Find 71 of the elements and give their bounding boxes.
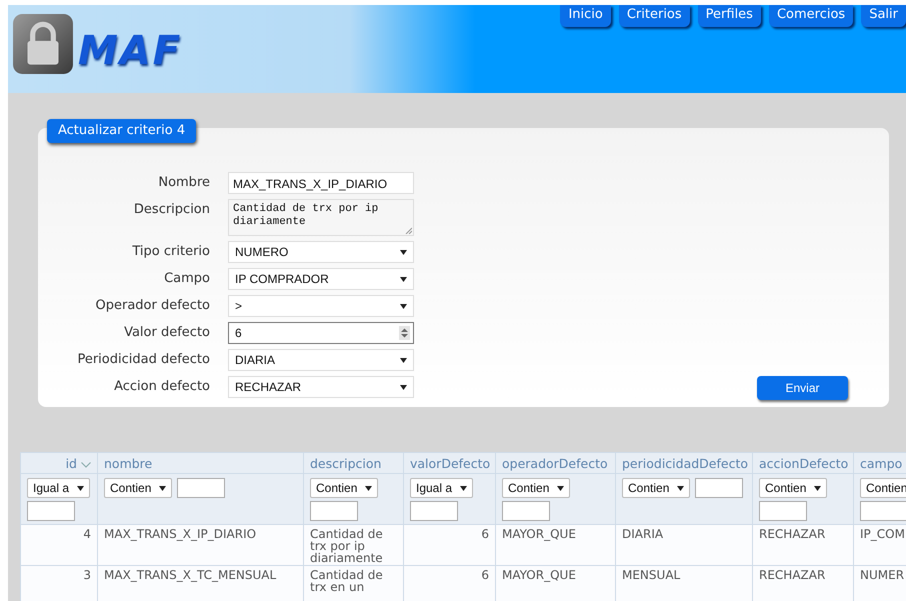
filter-select[interactable]: Contien bbox=[104, 478, 172, 498]
nav-link[interactable]: Perfiles bbox=[698, 5, 761, 27]
select-field[interactable]: DIARIA bbox=[228, 349, 414, 371]
logo-text: MAF bbox=[78, 28, 182, 74]
select-field[interactable]: IP COMPRADOR bbox=[228, 268, 414, 290]
caret-icon bbox=[400, 358, 407, 362]
field-label: Periodicidad defecto bbox=[76, 351, 210, 367]
field-label: Operador defecto bbox=[94, 297, 210, 313]
caret-icon bbox=[400, 304, 407, 308]
table-cell: NUMER bbox=[860, 568, 904, 582]
caret-icon bbox=[814, 486, 822, 490]
filter-input[interactable] bbox=[502, 501, 550, 521]
caret-icon bbox=[400, 250, 407, 254]
table-cell: Cantidad de trx en un bbox=[310, 568, 383, 594]
spinner-icon[interactable] bbox=[399, 326, 410, 340]
field-label: Valor defecto bbox=[123, 324, 210, 340]
filter-select[interactable]: Igual a bbox=[27, 478, 90, 498]
nav-link[interactable]: Inicio bbox=[560, 5, 611, 27]
caret-icon bbox=[77, 486, 84, 490]
filter-input[interactable] bbox=[695, 478, 744, 498]
textarea-field[interactable]: Cantidad de trx por ip diariamente bbox=[228, 199, 414, 236]
filter-select[interactable]: Contien bbox=[622, 478, 690, 498]
filter-input[interactable] bbox=[177, 478, 226, 498]
field-label: Descripcion bbox=[132, 201, 210, 217]
textarea-text: Cantidad de trx por ip diariamente bbox=[233, 203, 380, 229]
select-field[interactable]: > bbox=[228, 295, 414, 317]
filter-select[interactable]: Contien bbox=[759, 478, 828, 498]
caret-icon bbox=[400, 276, 407, 282]
filter-select[interactable]: Igual a bbox=[410, 478, 474, 498]
nav-link[interactable]: Criterios bbox=[618, 5, 690, 27]
table-cell: IP_COM bbox=[860, 527, 905, 541]
padlock-icon bbox=[12, 13, 74, 75]
filter-select[interactable]: Contien bbox=[502, 478, 570, 498]
table-cell: MAX_TRANS_X_TC_MENSUAL bbox=[104, 568, 276, 582]
filter-input[interactable] bbox=[27, 501, 75, 521]
select-field[interactable]: NUMERO bbox=[228, 241, 414, 263]
table-cell: Cantidad de trx por ip diariamente bbox=[310, 527, 383, 565]
table-cell: RECHAZAR bbox=[759, 527, 826, 541]
caret-icon bbox=[400, 384, 407, 390]
resize-grip-icon bbox=[405, 227, 412, 234]
filter-select[interactable]: Contien bbox=[310, 478, 378, 498]
filter-input[interactable] bbox=[310, 501, 358, 521]
select-field[interactable]: RECHAZAR bbox=[228, 376, 414, 398]
field-label: Campo bbox=[163, 270, 210, 286]
caret-icon bbox=[677, 486, 684, 490]
caret-icon bbox=[159, 486, 166, 490]
field-label: Accion defecto bbox=[113, 378, 210, 394]
caret-icon bbox=[365, 486, 372, 490]
table-cell: MAYOR_QUE bbox=[502, 527, 576, 541]
table-cell: 6 bbox=[481, 568, 489, 582]
filter-input[interactable] bbox=[410, 501, 458, 521]
nav-link[interactable]: Salir bbox=[861, 5, 906, 27]
table-cell: 4 bbox=[83, 527, 91, 541]
table-cell: RECHAZAR bbox=[759, 568, 826, 582]
table-cell: DIARIA bbox=[622, 527, 664, 541]
caret-icon bbox=[557, 486, 564, 490]
table-cell: MAX_TRANS_X_IP_DIARIO bbox=[104, 527, 256, 541]
number-field[interactable]: 6 bbox=[228, 322, 414, 344]
submit-button[interactable]: Enviar bbox=[757, 376, 848, 400]
filter-input[interactable] bbox=[759, 501, 807, 521]
table-cell: MENSUAL bbox=[622, 568, 680, 582]
table-cell: 3 bbox=[83, 568, 91, 582]
field-label: Nombre bbox=[157, 174, 210, 190]
field-label: Tipo criterio bbox=[131, 243, 210, 259]
filter-input[interactable] bbox=[860, 501, 906, 521]
sort-chevron-icon bbox=[81, 462, 91, 468]
table-cell: MAYOR_QUE bbox=[502, 568, 576, 582]
table-cell: 6 bbox=[481, 527, 489, 541]
caret-icon bbox=[460, 486, 468, 490]
text-field[interactable]: MAX_TRANS_X_IP_DIARIO bbox=[228, 172, 414, 194]
nav-link[interactable]: Comercios bbox=[768, 5, 854, 27]
